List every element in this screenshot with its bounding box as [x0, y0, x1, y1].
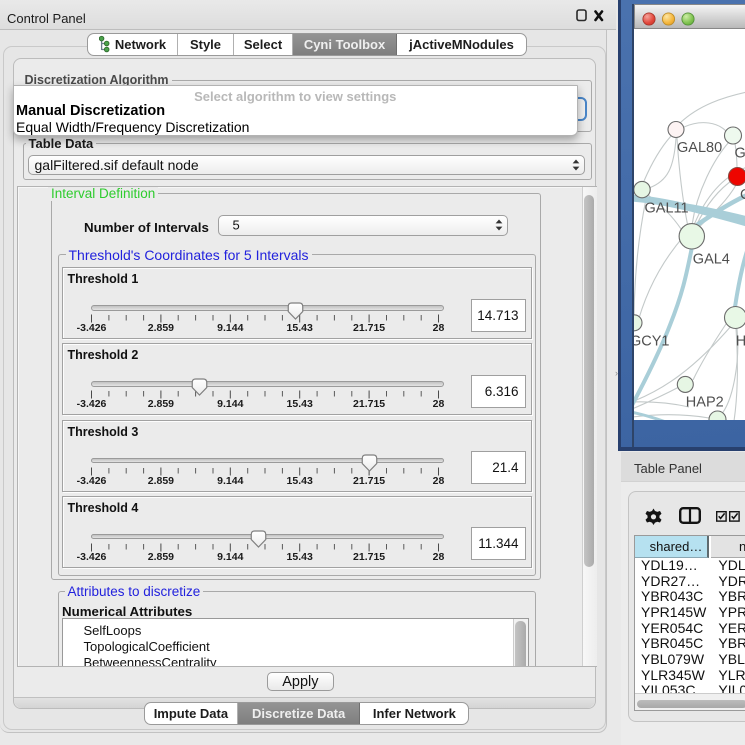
svg-text:GAL80: GAL80 [677, 140, 722, 156]
svg-text:CDC: CDC [740, 187, 745, 203]
svg-text:GAL4: GAL4 [692, 252, 729, 268]
svg-text:GAL11: GAL11 [644, 201, 688, 217]
svg-text:HAP2: HAP2 [685, 395, 723, 411]
svg-text:GAL2: GAL2 [734, 146, 745, 162]
svg-text:GCY1: GCY1 [634, 333, 670, 349]
svg-text:HIS: HIS [735, 333, 745, 349]
